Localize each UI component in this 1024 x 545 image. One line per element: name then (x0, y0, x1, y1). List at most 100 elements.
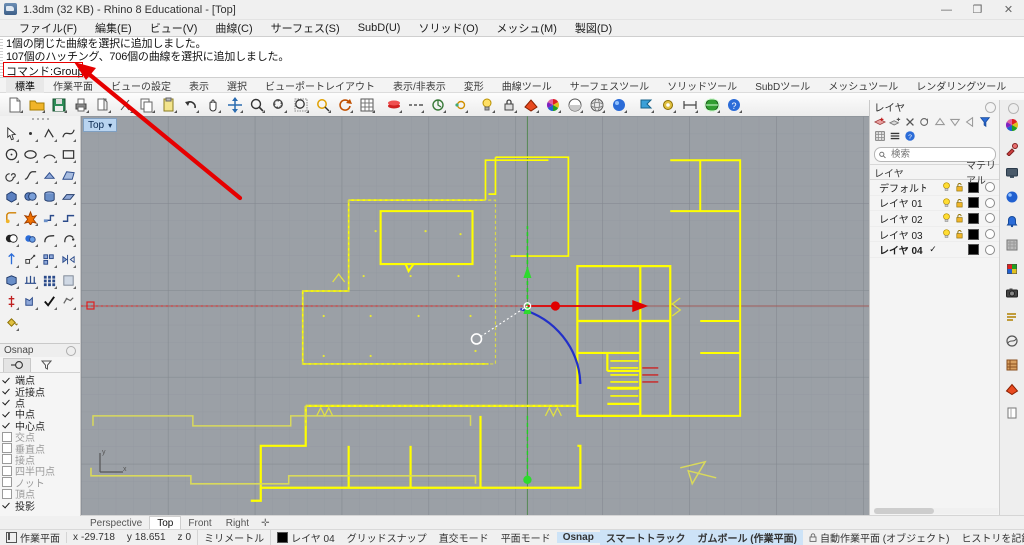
tabs-subd-tools[interactable]: SubDツール (746, 78, 819, 93)
copy-page-icon[interactable] (92, 94, 113, 115)
layer-current-checkmark[interactable]: ✓ (926, 244, 940, 255)
notification-bell-icon[interactable] (1003, 212, 1021, 230)
menu-drafting[interactable]: 製図(D) (566, 19, 621, 37)
viewport-tab-right[interactable]: Right (219, 517, 256, 530)
mirror-icon[interactable] (59, 249, 78, 270)
filter-funnel-icon[interactable] (977, 115, 992, 129)
surface-edit-icon[interactable] (40, 165, 59, 186)
osnap-checkbox[interactable] (2, 386, 12, 396)
point-icon[interactable] (21, 123, 40, 144)
layer-material-icon[interactable] (980, 182, 1000, 193)
boolean-union-icon[interactable] (2, 228, 21, 249)
layer-material-icon[interactable] (980, 213, 1000, 224)
open-folder-icon[interactable] (26, 94, 47, 115)
osnap-option-中心点[interactable]: 中心点 (2, 420, 80, 433)
box-icon[interactable] (2, 186, 21, 207)
grid-table-icon[interactable] (872, 129, 887, 143)
status-toggle-直交モード[interactable]: 直交モード (433, 530, 495, 545)
grid-icon[interactable] (356, 94, 377, 115)
eyedropper-icon[interactable] (1003, 140, 1021, 158)
render-globe-icon[interactable] (1003, 188, 1021, 206)
filter-funnel-icon[interactable] (33, 358, 59, 371)
status-toggle-スマートトラック[interactable]: スマートトラック (599, 529, 692, 545)
menu-surface[interactable]: サーフェス(S) (262, 19, 349, 37)
box-edit-icon[interactable] (2, 270, 21, 291)
page-icon[interactable] (1003, 404, 1021, 422)
cplane-status[interactable]: 作業平面 (0, 530, 66, 545)
curve-icon[interactable] (59, 123, 78, 144)
grid-array-icon[interactable] (21, 270, 40, 291)
zoom-extents-icon[interactable] (290, 94, 311, 115)
tabs-view-settings[interactable]: ビューの設定 (102, 78, 180, 93)
tabs-curve-tools[interactable]: 曲線ツール (493, 78, 561, 93)
help-question-icon[interactable]: ? (902, 129, 917, 143)
panel-options-icon[interactable] (985, 101, 996, 113)
tabs-drafting[interactable]: 製図 (1015, 78, 1024, 93)
tabs-mesh-tools[interactable]: メッシュツール (819, 78, 907, 93)
tabs-render-tools[interactable]: レンダリングツール (907, 78, 1015, 93)
zoom-icon[interactable] (246, 94, 267, 115)
cut-scissors-icon[interactable] (114, 94, 135, 115)
blend-curve-icon[interactable] (21, 165, 40, 186)
menu-mesh[interactable]: メッシュ(M) (487, 19, 566, 37)
tabs-visibility[interactable]: 表示/非表示 (384, 78, 455, 93)
layer-row[interactable]: レイヤ 02 (870, 211, 1000, 227)
linetype-icon[interactable] (405, 94, 426, 115)
layer-row[interactable]: デフォルト (870, 180, 1000, 196)
layer-color-swatch[interactable] (966, 228, 980, 240)
spiral-icon[interactable] (2, 165, 21, 186)
osnap-checkbox[interactable] (2, 431, 12, 442)
array-icon[interactable] (40, 249, 59, 270)
render-icon[interactable] (520, 94, 541, 115)
layer-row[interactable]: レイヤ 01 (870, 196, 1000, 212)
osnap-checkbox[interactable] (2, 500, 12, 510)
layers-horizontal-scrollbar[interactable] (874, 508, 998, 514)
delete-layer-icon[interactable] (902, 115, 917, 129)
status-toggle-ヒストリを記録[interactable]: ヒストリを記録 (955, 530, 1024, 545)
layer-material-icon[interactable] (980, 244, 1000, 255)
tabs-surface-tools[interactable]: サーフェスツール (561, 78, 658, 93)
menu-view[interactable]: ビュー(V) (141, 19, 207, 37)
command-input-value[interactable]: Group (53, 66, 84, 78)
select-arrow-icon[interactable] (2, 123, 21, 144)
new-sublayer-icon[interactable] (887, 115, 902, 129)
zoom-selected-icon[interactable] (312, 94, 333, 115)
filter-left-icon[interactable] (962, 115, 977, 129)
layer-color-swatch[interactable] (966, 181, 980, 193)
tabs-select[interactable]: 選択 (218, 78, 256, 93)
layer-color-swatch[interactable] (966, 212, 980, 224)
tabs-cplane[interactable]: 作業平面 (44, 78, 102, 93)
viewport-tab-front[interactable]: Front (181, 517, 218, 530)
explode-icon[interactable] (21, 207, 40, 228)
status-toggle-自動作業平面オブジェクト[interactable]: 自動作業平面 (オブジェクト) (803, 530, 955, 545)
osnap-checkbox[interactable] (2, 465, 12, 476)
osnap-checkbox[interactable] (2, 420, 12, 430)
layer-row[interactable]: レイヤ 04 ✓ (870, 242, 1000, 258)
copy-icon[interactable] (136, 94, 157, 115)
menu-hamburger-icon[interactable] (887, 129, 902, 143)
units-status[interactable]: ミリメートル (197, 529, 270, 545)
osnap-option-垂直点[interactable]: 垂直点 (2, 442, 80, 456)
paste-icon[interactable] (158, 94, 179, 115)
layers-list-icon[interactable] (1003, 308, 1021, 326)
mesh-icon[interactable] (59, 291, 78, 312)
color-wheel-icon[interactable] (1003, 116, 1021, 134)
ellipse-icon[interactable] (21, 144, 40, 165)
render-shade-icon[interactable] (1003, 380, 1021, 398)
viewport-tab-perspective[interactable]: Perspective (83, 517, 149, 530)
help-icon[interactable]: ? (723, 94, 744, 115)
dimension-icon[interactable] (679, 94, 700, 115)
extrude-icon[interactable] (40, 207, 59, 228)
current-layer-status[interactable]: レイヤ 04 (270, 529, 341, 545)
cylinder-icon[interactable] (40, 186, 59, 207)
viewport-tab-top[interactable]: Top (149, 516, 182, 530)
paint-bucket-icon[interactable] (2, 312, 21, 333)
hatch-icon[interactable] (1003, 356, 1021, 374)
polyline-icon[interactable] (40, 123, 59, 144)
rail-options-icon[interactable] (1008, 103, 1019, 114)
new-file-icon[interactable] (4, 94, 25, 115)
tabs-transform[interactable]: 変形 (455, 78, 493, 93)
menu-file[interactable]: ファイル(F) (10, 19, 86, 37)
move-icon[interactable] (224, 94, 245, 115)
surface-corner-icon[interactable] (59, 165, 78, 186)
